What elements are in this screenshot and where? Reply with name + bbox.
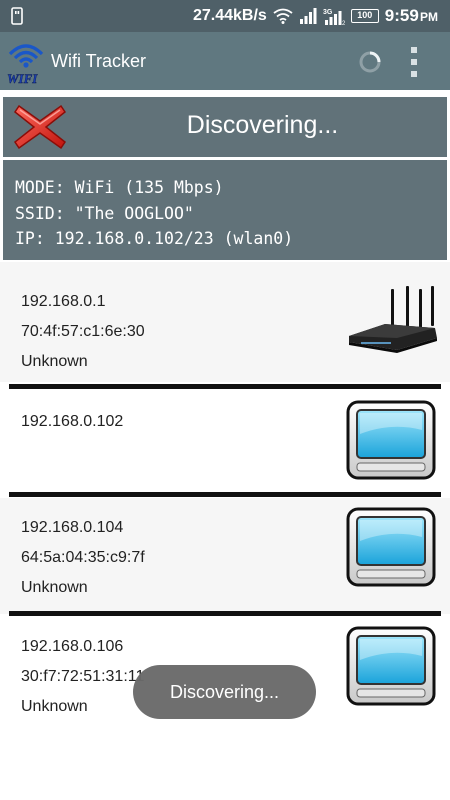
clock-ampm: PM bbox=[420, 10, 438, 24]
menu-dot bbox=[411, 59, 417, 65]
menu-dot bbox=[411, 47, 417, 53]
app-title: Wifi Tracker bbox=[51, 51, 147, 71]
svg-text:3G: 3G bbox=[323, 9, 333, 16]
loading-spinner-icon bbox=[359, 51, 381, 73]
network-info-panel: MODE: WiFi (135 Mbps) SSID: "The OOGLOO"… bbox=[3, 160, 447, 260]
signal-icon bbox=[299, 8, 317, 24]
wifi-icon bbox=[273, 8, 293, 24]
discovery-header: Discovering... bbox=[3, 97, 447, 157]
device-mac: 64:5a:04:35:c9:7f bbox=[21, 549, 145, 566]
list-item[interactable]: 192.168.0.104 64:5a:04:35:c9:7f Unknown bbox=[9, 497, 441, 611]
menu-dot bbox=[411, 71, 417, 77]
device-list: 192.168.0.1 70:4f:57:c1:6e:30 Unknown 19… bbox=[0, 262, 450, 800]
device-vendor: Unknown bbox=[21, 353, 88, 370]
cancel-x-icon[interactable] bbox=[13, 102, 67, 152]
network-mode: MODE: WiFi (135 Mbps) bbox=[15, 178, 224, 197]
computer-icon bbox=[345, 507, 437, 587]
network-ssid: SSID: "The OOGLOO" bbox=[15, 203, 194, 223]
logo-text: WIFI bbox=[7, 71, 38, 84]
router-icon bbox=[349, 286, 437, 353]
network-ip: IP: 192.168.0.102/23 (wlan0) bbox=[15, 229, 294, 248]
battery-icon: 100 bbox=[350, 9, 379, 23]
list-item[interactable]: 192.168.0.102 bbox=[9, 389, 441, 492]
discovery-status-title: Discovering... bbox=[186, 111, 339, 139]
battery-level: 100 bbox=[357, 10, 373, 20]
action-bar: WIFI Wifi Tracker bbox=[0, 32, 450, 90]
usb-icon bbox=[11, 7, 23, 25]
computer-icon bbox=[345, 626, 437, 706]
network-speed: 27.44kB/s bbox=[192, 7, 267, 24]
device-ip: 192.168.0.106 bbox=[21, 638, 124, 655]
toast-message: Discovering... bbox=[133, 665, 316, 719]
device-vendor: Unknown bbox=[21, 579, 88, 596]
toast-text: Discovering... bbox=[169, 681, 280, 702]
3g-signal-icon: 3G 2 bbox=[323, 9, 345, 25]
list-item[interactable]: 192.168.0.1 70:4f:57:c1:6e:30 Unknown bbox=[9, 262, 441, 384]
device-vendor: Unknown bbox=[21, 698, 88, 715]
wifi-logo-icon: WIFI bbox=[7, 44, 44, 84]
device-ip: 192.168.0.1 bbox=[21, 293, 106, 310]
device-ip: 192.168.0.102 bbox=[21, 413, 124, 430]
device-ip: 192.168.0.104 bbox=[21, 519, 124, 536]
device-mac: 70:4f:57:c1:6e:30 bbox=[21, 323, 145, 340]
svg-text:2: 2 bbox=[342, 21, 345, 25]
computer-icon bbox=[345, 400, 437, 480]
clock-time: 9:59 bbox=[384, 6, 419, 25]
status-bar: 27.44kB/s 3G 2 100 9:59 PM bbox=[0, 0, 450, 32]
device-mac: 30:f7:72:51:31:11 bbox=[21, 668, 145, 685]
overflow-menu-button[interactable] bbox=[404, 46, 424, 78]
